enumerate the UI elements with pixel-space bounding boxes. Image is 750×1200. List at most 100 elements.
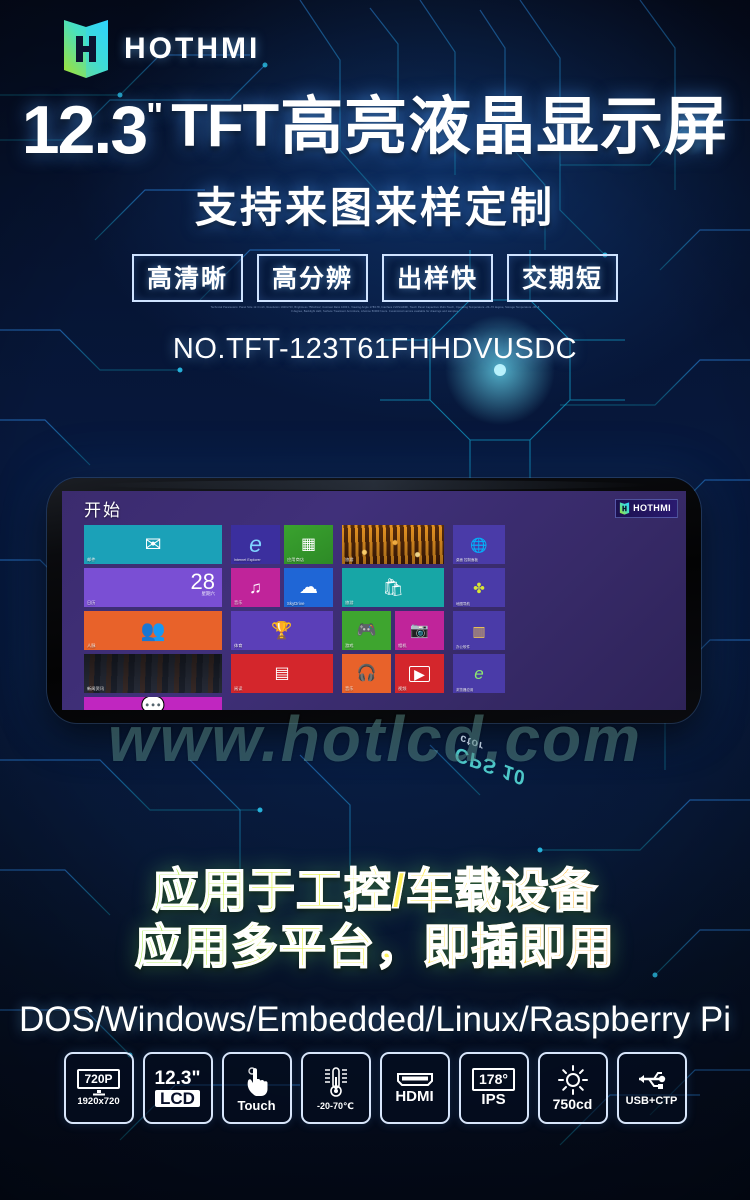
tile-group-c: 旅游 🛍 旅游 🎮 游戏 📷 相机 🎧 音乐 ▶ 视频	[342, 525, 444, 693]
maps-tile[interactable]: ✤ 地图导航	[453, 568, 505, 607]
hdmi-badge: HDMI	[379, 1052, 450, 1124]
people-icon: 👥	[140, 619, 166, 642]
news-tile[interactable]: 新闻资讯	[84, 654, 222, 693]
tablet-device: 开始 HOTHMI ✉ 邮件 28 星期六 日历 👥 人脉 新闻资讯 💬 e I…	[47, 478, 701, 723]
tile-label: 旅游	[345, 557, 354, 562]
cloud-icon: ☁	[299, 577, 318, 598]
tile-label: 日历	[87, 600, 96, 605]
tile-label: Internet Explorer	[234, 558, 261, 563]
badge-top-label: 12.3"	[154, 1067, 201, 1089]
resolution-badge: 720P 1920x720	[63, 1052, 134, 1124]
tile-group-d: 🌐 桌面 控制面板 ✤ 地图导航 ▥ 办公软件 e 浏览器应用	[453, 525, 505, 693]
badge-bottom-label: LCD	[155, 1089, 200, 1108]
tile-label: 办公软件	[456, 645, 470, 649]
promo-headline-block: 应用于工控/车载设备 应用多平台，即插即用	[0, 865, 750, 972]
screen-brand-name: HOTHMI	[633, 502, 671, 513]
music-tile[interactable]: ♫ 音乐	[231, 568, 280, 607]
badge-bottom-label: USB+CTP	[625, 1094, 678, 1107]
tile-label: 邮件	[87, 557, 96, 562]
cps-sub: ctor	[458, 732, 486, 752]
feature-pill: 交期短	[507, 254, 619, 302]
globe-icon: 🌐	[470, 536, 488, 553]
hothmi-h-logo-icon	[619, 501, 630, 515]
poster-root: HOTHMI 12.3 " TFT 高亮液晶显示屏 支持来图来样定制 高清晰 高分辨 …	[0, 0, 750, 1200]
mail-tile[interactable]: ✉ 邮件	[84, 525, 222, 564]
feature-pill: 出样快	[382, 254, 494, 302]
chat-bubble-icon: 💬	[140, 697, 166, 710]
skydrive-tile[interactable]: ☁ SkyDrive	[284, 568, 333, 607]
spec-badge-row: 720P 1920x720 12.3" LCD Touch -20-70℃ HD…	[0, 1052, 750, 1124]
camera-icon: 📷	[410, 622, 429, 639]
sun-icon	[557, 1065, 588, 1096]
sports-tile[interactable]: 🏆 体育	[231, 611, 333, 650]
headline-size: 12.3	[21, 92, 148, 168]
spec-microtext: Technical Parameters: Panel Size 12.3 in…	[210, 306, 540, 314]
touch-badge: Touch	[221, 1052, 292, 1124]
badge-bottom-label: HDMI	[395, 1088, 434, 1106]
monitor-icon: 720P	[77, 1068, 120, 1090]
badge-top-label: 720P	[84, 1071, 113, 1086]
promo-line-1: 应用于工控/车载设备	[0, 865, 750, 916]
video-play-icon: ▶	[409, 665, 430, 682]
feature-pill: 高分辨	[256, 254, 368, 302]
start-screen-header: 开始 HOTHMI	[62, 491, 686, 525]
tablet-screen: 开始 HOTHMI ✉ 邮件 28 星期六 日历 👥 人脉 新闻资讯 💬 e I…	[62, 491, 686, 710]
gamepad-icon: 🎮	[356, 621, 377, 639]
tile-label: 地图导航	[456, 602, 470, 606]
badge-bottom-label: IPS	[481, 1091, 506, 1109]
headline-subtitle: 支持来图来样定制	[194, 184, 555, 231]
promo-line-2: 应用多平台，即插即用	[0, 921, 750, 972]
store-tile[interactable]: ▦ 应用商店	[284, 525, 333, 564]
headline-block: 12.3 " TFT 高亮液晶显示屏 支持来图来样定制	[0, 96, 750, 235]
ie-tile[interactable]: e Internet Explorer	[231, 525, 280, 564]
headline-tft: TFT	[171, 92, 279, 159]
windows-store-icon: ▦	[300, 535, 317, 553]
cps-main: CPS 10	[451, 742, 530, 789]
games-tile[interactable]: 🎮 游戏	[342, 611, 391, 650]
calendar-weekday: 星期六	[201, 590, 216, 596]
brand-logo: HOTHMI	[60, 18, 260, 80]
desktop-tile[interactable]: 🌐 桌面 控制面板	[453, 525, 505, 564]
tile-label: 视频	[398, 686, 407, 691]
badge-bottom-label: 1920x720	[77, 1096, 120, 1108]
travel-photo-tile[interactable]: 旅游	[342, 525, 444, 564]
start-label: 开始	[84, 500, 122, 520]
tile-label: 应用商店	[287, 557, 305, 562]
hothmi-h-logo-icon	[64, 20, 108, 78]
office-docs-icon: ▥	[472, 622, 486, 639]
tile-label: 旅游	[345, 600, 354, 605]
hdmi-port-icon	[396, 1073, 433, 1087]
tile-group-a: ✉ 邮件 28 星期六 日历 👥 人脉 新闻资讯 💬	[84, 525, 222, 710]
start-tile-grid: ✉ 邮件 28 星期六 日历 👥 人脉 新闻资讯 💬 e Internet Ex…	[84, 525, 680, 710]
browser-tile[interactable]: e 浏览器应用	[453, 654, 505, 693]
usb-icon	[638, 1071, 665, 1089]
travel-tile[interactable]: 🛍 旅游	[342, 568, 444, 607]
tile-group-b: e Internet Explorer ▦ 应用商店 ♫ 音乐 ☁ SkyDri…	[231, 525, 333, 693]
music-player-tile[interactable]: 🎧 音乐	[342, 654, 391, 693]
office-tile[interactable]: ▥ 办公软件	[453, 611, 505, 650]
video-tile[interactable]: ▶ 视频	[395, 654, 444, 693]
viewing-angle-badge: 178° IPS	[458, 1052, 529, 1124]
compass-icon: ✤	[473, 579, 485, 596]
trophy-icon: 🏆	[271, 621, 293, 640]
os-support-line: DOS/Windows/Embedded/Linux/Raspberry Pi	[19, 1000, 731, 1039]
tile-label: 相机	[398, 643, 407, 648]
headline-chinese: 高亮液晶显示屏	[280, 92, 729, 162]
headline-inch-mark: "	[146, 95, 164, 136]
calendar-day: 28 星期六	[190, 569, 216, 596]
badge-top-label: 178°	[479, 1071, 508, 1088]
brand-name: HOTHMI	[124, 32, 261, 65]
mail-icon: ✉	[144, 533, 162, 556]
cps-decorative-mark: CPS 10 ctor	[451, 730, 533, 789]
internet-explorer-icon: e	[249, 531, 262, 557]
calendar-tile[interactable]: 28 星期六 日历	[84, 568, 222, 607]
reader-tile[interactable]: ▤ 阅读	[231, 654, 333, 693]
tile-label: 新闻资讯	[87, 686, 105, 691]
badge-bottom-label: 750cd	[552, 1096, 593, 1113]
feature-pill-row: 高清晰 高分辨 出样快 交期短	[0, 254, 750, 302]
people-tile[interactable]: 👥 人脉	[84, 611, 222, 650]
messaging-tile[interactable]: 💬 消息	[84, 697, 222, 710]
feature-pill: 高清晰	[131, 254, 243, 302]
camera-tile[interactable]: 📷 相机	[395, 611, 444, 650]
hand-touch-icon	[247, 1066, 267, 1096]
